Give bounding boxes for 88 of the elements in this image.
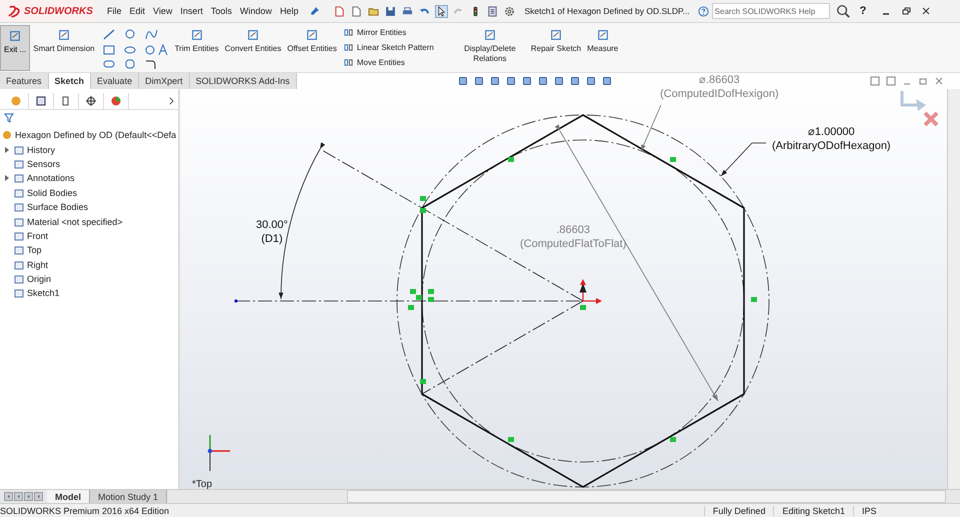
status-units[interactable]: IPS (853, 506, 940, 516)
toolbar-button[interactable]: Exit ... (0, 25, 30, 71)
menu-item[interactable]: Window (240, 6, 272, 16)
tree-node-icon (14, 216, 24, 227)
restore-icon[interactable] (901, 6, 912, 16)
toolbar-button[interactable]: Trim Entities (172, 25, 222, 71)
menu-item[interactable]: View (153, 6, 172, 16)
toolbar-button[interactable]: Measure (584, 25, 622, 71)
menu-item[interactable]: File (107, 6, 122, 16)
help-menu[interactable]: ? (860, 5, 866, 17)
toolbar-button[interactable]: Repair Sketch (528, 25, 584, 71)
origin-icon (579, 279, 602, 304)
toolbar-button[interactable]: Mirror Entities (340, 25, 452, 40)
tree-item[interactable]: Solid Bodies (27, 188, 78, 198)
search-field[interactable]: Search SOLIDWORKS Help (712, 3, 830, 19)
horizontal-scrollbar[interactable] (347, 490, 946, 503)
bottom-tab[interactable]: Model (47, 490, 90, 503)
menu-item[interactable]: Insert (180, 6, 203, 16)
twin-rectangle-icon (344, 43, 353, 52)
twin-rectangle-icon (344, 28, 353, 37)
tree-item[interactable]: Sketch1 (27, 288, 60, 298)
dimension-label[interactable]: .86603 (ComputedFlatToFlat) (520, 223, 626, 251)
hexagon-sketch-drawing[interactable] (234, 114, 770, 488)
toolbar-button[interactable]: Offset Entities (284, 25, 340, 71)
menu-item[interactable]: Edit (130, 6, 146, 16)
tree-node-icon (14, 274, 24, 284)
tree-node-icon (14, 188, 24, 198)
tree-item[interactable]: Top (27, 245, 42, 256)
tree-item[interactable]: Surface Bodies (27, 202, 88, 212)
tree-item[interactable]: Sensors (27, 158, 60, 169)
dimension-label[interactable]: 30.00° (D1) (256, 218, 288, 246)
tree-node-icon (14, 260, 24, 270)
tree-node-icon (14, 288, 24, 298)
pin-icon[interactable] (309, 6, 320, 16)
app-logo: SOLIDWORKS (0, 0, 95, 22)
toolbar-button[interactable]: Move Entities (340, 55, 452, 70)
bottom-tab[interactable]: Motion Study 1 (90, 490, 168, 503)
vertical-scrollbar[interactable] (947, 89, 960, 489)
file-properties-icon[interactable] (487, 6, 498, 16)
toolbar-button[interactable]: Smart Dimension (30, 25, 98, 71)
help-circle-icon[interactable] (698, 6, 709, 16)
tree-node-icon (14, 245, 24, 256)
coordinate-triad-icon (208, 435, 230, 472)
tree-item[interactable]: Origin (27, 274, 52, 284)
select-pointer-icon[interactable] (436, 6, 448, 16)
tree-node-icon (14, 202, 24, 212)
close-icon[interactable] (921, 6, 932, 16)
tree-node-icon (14, 144, 24, 155)
status-edition: SOLIDWORKS Premium 2016 x64 Edition (0, 506, 170, 516)
dimension-label[interactable]: ⌀1.00000 (ArbitraryODofHexagon) (772, 125, 891, 153)
leader-line (720, 142, 766, 176)
new-document-icon[interactable] (334, 6, 346, 16)
save-icon[interactable] (385, 6, 396, 16)
tree-item[interactable]: Hexagon Defined by OD (Default<<Defa (15, 130, 176, 140)
tree-item[interactable]: Annotations (27, 173, 75, 184)
toolbar-button[interactable]: Convert Entities (222, 25, 284, 71)
twin-rectangle-icon (344, 58, 353, 67)
settings-icon[interactable] (504, 6, 516, 16)
tree-node-icon (14, 158, 24, 169)
menu-item[interactable]: Tools (210, 6, 232, 16)
tree-node-icon (14, 173, 24, 184)
view-orientation-label: *Top (192, 479, 212, 489)
viewport-right-icon[interactable] (886, 76, 896, 86)
document-title: Sketch1 of Hexagon Defined by OD.SLDP... (524, 6, 690, 16)
menu-item[interactable]: Help (280, 6, 298, 16)
status-sketch-state: Fully Defined (704, 506, 774, 516)
chevron-right-icon[interactable] (169, 97, 174, 105)
filter-icon[interactable] (4, 113, 14, 123)
status-edit-mode: Editing Sketch1 (773, 506, 853, 516)
document-icon[interactable] (351, 6, 362, 16)
expand-arrow-icon[interactable] (5, 175, 9, 182)
part-icon (2, 130, 12, 140)
tree-node-icon (14, 230, 24, 241)
logo-mark-icon (8, 4, 22, 18)
open-folder-icon[interactable] (368, 6, 380, 16)
toolbar-button[interactable]: Linear Sketch Pattern (340, 40, 452, 55)
tree-item[interactable]: History (27, 144, 56, 155)
command-tab[interactable]: Sketch (48, 73, 92, 89)
toolbar-button[interactable]: Display/Delete Relations (452, 25, 528, 71)
expand-arrow-icon[interactable] (5, 146, 9, 153)
search-icon[interactable] (836, 4, 850, 18)
leader-line (640, 104, 662, 152)
viewport-left-icon[interactable] (870, 76, 880, 86)
tree-item[interactable]: Material <not specified> (27, 216, 123, 227)
print-icon[interactable] (402, 6, 414, 16)
tree-item[interactable]: Front (27, 230, 48, 241)
dimension-label[interactable]: ⌀.86603 (ComputedIDofHexigon) (660, 73, 779, 101)
tree-item[interactable]: Right (27, 260, 48, 270)
